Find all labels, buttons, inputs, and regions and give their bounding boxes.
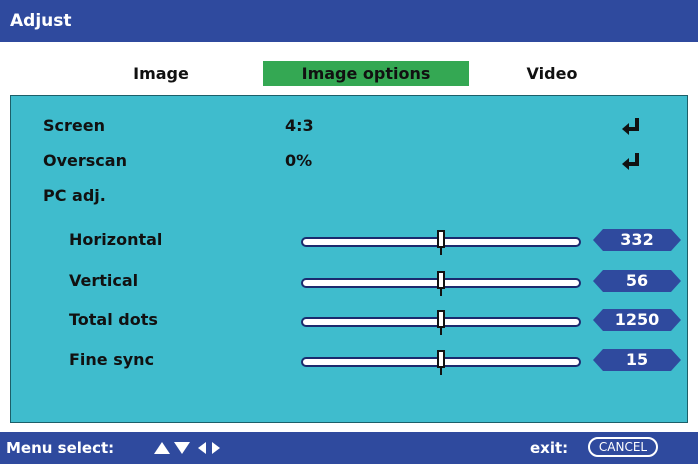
slider-label: Vertical: [69, 271, 139, 290]
slider-value: 15: [625, 350, 649, 369]
total-dots-slider-row[interactable]: Total dots 1250: [11, 308, 687, 335]
fine-sync-slider-row[interactable]: Fine sync 15: [11, 348, 687, 375]
window-title-bar: Adjust: [0, 0, 698, 42]
overscan-label: Overscan: [43, 151, 127, 170]
pc-adj-label: PC adj.: [43, 186, 106, 205]
status-bar: Menu select: exit: CANCEL: [0, 432, 698, 464]
enter-return-icon[interactable]: [621, 151, 643, 171]
slider-value: 1250: [614, 310, 660, 329]
screen-label: Screen: [43, 116, 105, 135]
value-badge: 1250: [593, 309, 681, 331]
slider-tick: [440, 248, 442, 255]
slider-tick: [440, 289, 442, 296]
slider-tick: [440, 368, 442, 375]
tab-video[interactable]: Video: [497, 61, 607, 86]
screen-value: 4:3: [285, 116, 314, 135]
window-title: Adjust: [10, 11, 72, 31]
value-badge: 332: [593, 229, 681, 251]
tab-image[interactable]: Image: [96, 61, 226, 86]
exit-label: exit:: [530, 439, 569, 457]
tab-image-options[interactable]: Image options: [263, 61, 469, 86]
slider-thumb[interactable]: [437, 310, 445, 328]
value-badge: 15: [593, 349, 681, 371]
slider-thumb[interactable]: [437, 271, 445, 289]
slider-tick: [440, 328, 442, 335]
cancel-button[interactable]: CANCEL: [588, 437, 658, 457]
slider-thumb[interactable]: [437, 230, 445, 248]
horizontal-slider-row[interactable]: Horizontal 332: [11, 228, 687, 255]
tab-bar: Image Image options Video: [0, 42, 698, 90]
screen-row[interactable]: Screen 4:3: [11, 114, 687, 138]
overscan-value: 0%: [285, 151, 313, 170]
navigation-arrows-icon: [154, 442, 220, 454]
value-badge: 56: [593, 270, 681, 292]
pc-adj-row: PC adj.: [11, 184, 687, 208]
slider-label: Fine sync: [69, 350, 155, 369]
slider-label: Horizontal: [69, 230, 163, 249]
slider-value: 332: [620, 230, 654, 249]
overscan-row[interactable]: Overscan 0%: [11, 149, 687, 173]
vertical-slider-row[interactable]: Vertical 56: [11, 269, 687, 296]
enter-return-icon[interactable]: [621, 116, 643, 136]
slider-thumb[interactable]: [437, 350, 445, 368]
slider-value: 56: [625, 271, 649, 290]
menu-select-label: Menu select:: [6, 439, 115, 457]
settings-panel: Screen 4:3 Overscan 0% PC adj. Horizonta…: [10, 95, 688, 423]
slider-label: Total dots: [69, 310, 158, 329]
